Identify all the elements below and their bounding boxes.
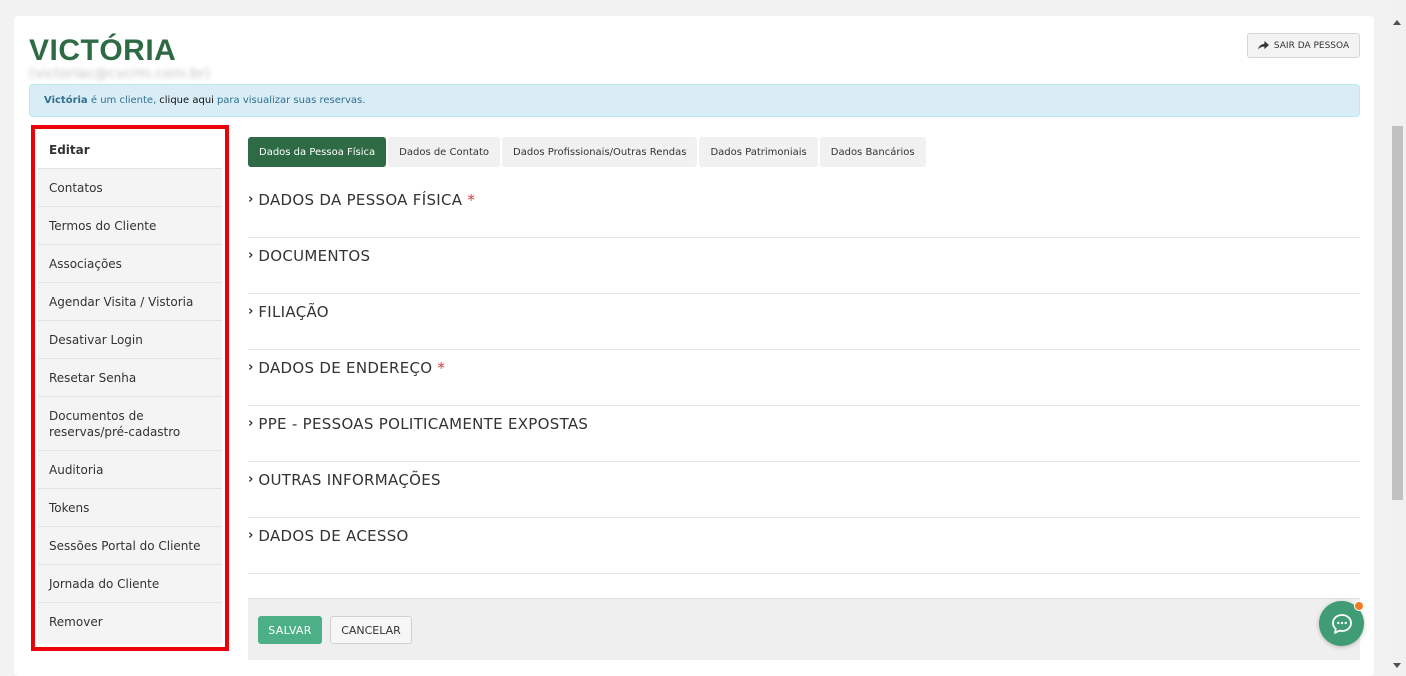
share-arrow-icon: [1257, 41, 1269, 50]
tab-contato[interactable]: Dados de Contato: [388, 137, 501, 167]
scrollbar-thumb[interactable]: [1392, 126, 1403, 500]
notice-name: Victória: [44, 95, 88, 106]
notification-badge: [1354, 601, 1364, 611]
section-title: DADOS DE ENDEREÇO: [258, 359, 433, 377]
required-marker: *: [467, 191, 475, 209]
section-ppe[interactable]: › PPE - PESSOAS POLITICAMENTE EXPOSTAS: [248, 406, 1360, 462]
sidebar-item-documentos[interactable]: Documentos de reservas/pré-cadastro: [38, 397, 222, 451]
exit-person-label: SAIR DA PESSOA: [1273, 40, 1350, 51]
info-notice: Victória é um cliente, clique aqui para …: [29, 84, 1360, 117]
section-outras-informacoes[interactable]: › OUTRAS INFORMAÇÕES: [248, 462, 1360, 518]
sidebar-item-desativar-login[interactable]: Desativar Login: [38, 321, 222, 359]
sidebar-item-contatos[interactable]: Contatos: [38, 169, 222, 207]
notice-text-end: para visualizar suas reservas.: [216, 95, 366, 106]
page-title: VICTÓRIA: [29, 34, 177, 67]
sidebar-item-agendar-visita[interactable]: Agendar Visita / Vistoria: [38, 283, 222, 321]
tab-patrimoniais[interactable]: Dados Patrimoniais: [699, 137, 818, 167]
sidebar-item-sessoes[interactable]: Sessões Portal do Cliente: [38, 527, 222, 565]
sidebar-menu: Editar Contatos Termos do Cliente Associ…: [38, 132, 222, 644]
chevron-right-icon: ›: [248, 192, 254, 207]
sidebar-item-termos[interactable]: Termos do Cliente: [38, 207, 222, 245]
chevron-right-icon: ›: [248, 304, 254, 319]
sidebar-item-tokens[interactable]: Tokens: [38, 489, 222, 527]
sidebar-item-resetar-senha[interactable]: Resetar Senha: [38, 359, 222, 397]
sidebar-item-auditoria[interactable]: Auditoria: [38, 451, 222, 489]
required-marker: *: [437, 359, 445, 377]
view-reservations-link[interactable]: clique aqui: [159, 95, 214, 106]
sidebar-item-remover[interactable]: Remover: [38, 603, 222, 641]
sidebar-highlight: Editar Contatos Termos do Cliente Associ…: [31, 125, 229, 651]
section-dados-acesso[interactable]: › DADOS DE ACESSO: [248, 518, 1360, 574]
section-title: OUTRAS INFORMAÇÕES: [258, 471, 441, 489]
chevron-right-icon: ›: [248, 528, 254, 543]
form-footer: SALVAR CANCELAR: [248, 598, 1360, 660]
tab-bancarios[interactable]: Dados Bancários: [819, 137, 926, 167]
section-title: DADOS DE ACESSO: [258, 527, 409, 545]
main-card: VICTÓRIA (victoriac@cvcrm.com.br) SAIR D…: [14, 16, 1374, 676]
section-title: PPE - PESSOAS POLITICAMENTE EXPOSTAS: [258, 415, 589, 433]
section-filiacao[interactable]: › FILIAÇÃO: [248, 294, 1360, 350]
save-button[interactable]: SALVAR: [258, 616, 322, 644]
person-email: (victoriac@cvcrm.com.br): [29, 66, 211, 82]
chat-bubble-icon: [1331, 613, 1352, 634]
sidebar-item-associacoes[interactable]: Associações: [38, 245, 222, 283]
section-title: DADOS DA PESSOA FÍSICA: [258, 191, 463, 209]
section-dados-pessoa-fisica[interactable]: › DADOS DA PESSOA FÍSICA *: [248, 182, 1360, 238]
cancel-button[interactable]: CANCELAR: [330, 616, 412, 644]
scroll-up-arrow-icon[interactable]: [1393, 20, 1401, 25]
chevron-right-icon: ›: [248, 248, 254, 263]
chevron-right-icon: ›: [248, 472, 254, 487]
section-dados-endereco[interactable]: › DADOS DE ENDEREÇO *: [248, 350, 1360, 406]
section-title: FILIAÇÃO: [258, 303, 329, 321]
accordion-sections: › DADOS DA PESSOA FÍSICA * › DOCUMENTOS …: [248, 182, 1360, 574]
sidebar-item-jornada[interactable]: Jornada do Cliente: [38, 565, 222, 603]
scroll-down-arrow-icon[interactable]: [1393, 663, 1401, 668]
notice-text: é um cliente,: [90, 95, 157, 106]
tab-profissionais[interactable]: Dados Profissionais/Outras Rendas: [502, 137, 698, 167]
sidebar-item-editar[interactable]: Editar: [38, 132, 222, 169]
exit-person-button[interactable]: SAIR DA PESSOA: [1247, 33, 1360, 58]
section-documentos[interactable]: › DOCUMENTOS: [248, 238, 1360, 294]
section-title: DOCUMENTOS: [258, 247, 371, 265]
page-scrollbar[interactable]: [1389, 0, 1406, 676]
tab-bar: Dados da Pessoa Física Dados de Contato …: [248, 137, 926, 167]
tab-pessoa-fisica[interactable]: Dados da Pessoa Física: [248, 137, 387, 167]
chevron-right-icon: ›: [248, 360, 254, 375]
chevron-right-icon: ›: [248, 416, 254, 431]
